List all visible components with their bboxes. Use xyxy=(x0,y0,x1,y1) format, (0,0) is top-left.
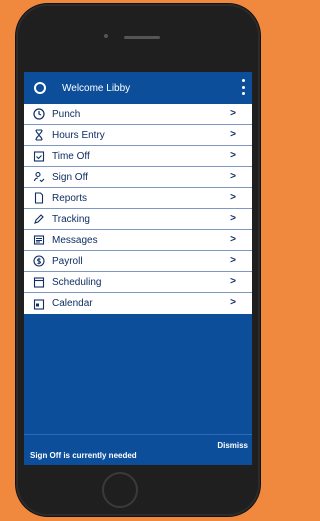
message-icon xyxy=(32,233,46,247)
chevron-right-icon: > xyxy=(230,192,236,203)
menu-label: Tracking xyxy=(52,213,90,225)
more-menu-icon[interactable] xyxy=(240,79,246,95)
welcome-text: Welcome Libby xyxy=(62,82,131,94)
hourglass-icon xyxy=(32,128,46,142)
document-icon xyxy=(32,191,46,205)
chevron-right-icon: > xyxy=(230,255,236,266)
app-header: Welcome Libby xyxy=(24,72,252,104)
menu-label: Messages xyxy=(52,234,98,246)
menu-item-hours-entry[interactable]: Hours Entry > xyxy=(24,125,252,146)
speaker-slot xyxy=(124,36,160,39)
calendar-check-icon xyxy=(32,149,46,163)
menu-item-payroll[interactable]: Payroll > xyxy=(24,251,252,272)
menu-item-punch[interactable]: Punch > xyxy=(24,104,252,125)
menu-label: Time Off xyxy=(52,150,90,162)
pencil-icon xyxy=(32,212,46,226)
chevron-right-icon: > xyxy=(230,297,236,308)
chevron-right-icon: > xyxy=(230,213,236,224)
chevron-right-icon: > xyxy=(230,276,236,287)
chevron-right-icon: > xyxy=(230,108,236,119)
menu-item-time-off[interactable]: Time Off > xyxy=(24,146,252,167)
chevron-right-icon: > xyxy=(230,171,236,182)
app-screen: Welcome Libby Punch > Hours Entry > Time… xyxy=(24,72,252,465)
phone-bezel xyxy=(16,4,260,74)
menu-item-sign-off[interactable]: Sign Off > xyxy=(24,167,252,188)
chevron-right-icon: > xyxy=(230,150,236,161)
menu-label: Scheduling xyxy=(52,276,102,288)
menu-item-messages[interactable]: Messages > xyxy=(24,230,252,251)
camera-dot xyxy=(104,34,108,38)
notice-text: Sign Off is currently needed xyxy=(30,451,137,460)
menu-label: Punch xyxy=(52,108,81,120)
dismiss-button[interactable]: Dismiss xyxy=(217,441,248,450)
menu-list: Punch > Hours Entry > Time Off > Sign Of… xyxy=(24,104,252,314)
sign-off-notice: Dismiss Sign Off is currently needed xyxy=(24,434,252,465)
menu-label: Reports xyxy=(52,192,88,204)
menu-item-scheduling[interactable]: Scheduling > xyxy=(24,272,252,293)
menu-label: Payroll xyxy=(52,255,83,267)
home-button[interactable] xyxy=(102,472,138,508)
chevron-right-icon: > xyxy=(230,234,236,245)
menu-item-tracking[interactable]: Tracking > xyxy=(24,209,252,230)
calendar-icon xyxy=(32,275,46,289)
clock-icon xyxy=(32,107,46,121)
chevron-right-icon: > xyxy=(230,129,236,140)
menu-label: Hours Entry xyxy=(52,129,105,141)
menu-label: Sign Off xyxy=(52,171,88,183)
calendar-day-icon xyxy=(32,297,46,311)
dollar-icon xyxy=(32,254,46,268)
menu-label: Calendar xyxy=(52,298,93,309)
menu-item-reports[interactable]: Reports > xyxy=(24,188,252,209)
user-check-icon xyxy=(32,170,46,184)
menu-item-calendar[interactable]: Calendar > xyxy=(24,293,252,314)
app-logo-icon xyxy=(34,82,46,94)
